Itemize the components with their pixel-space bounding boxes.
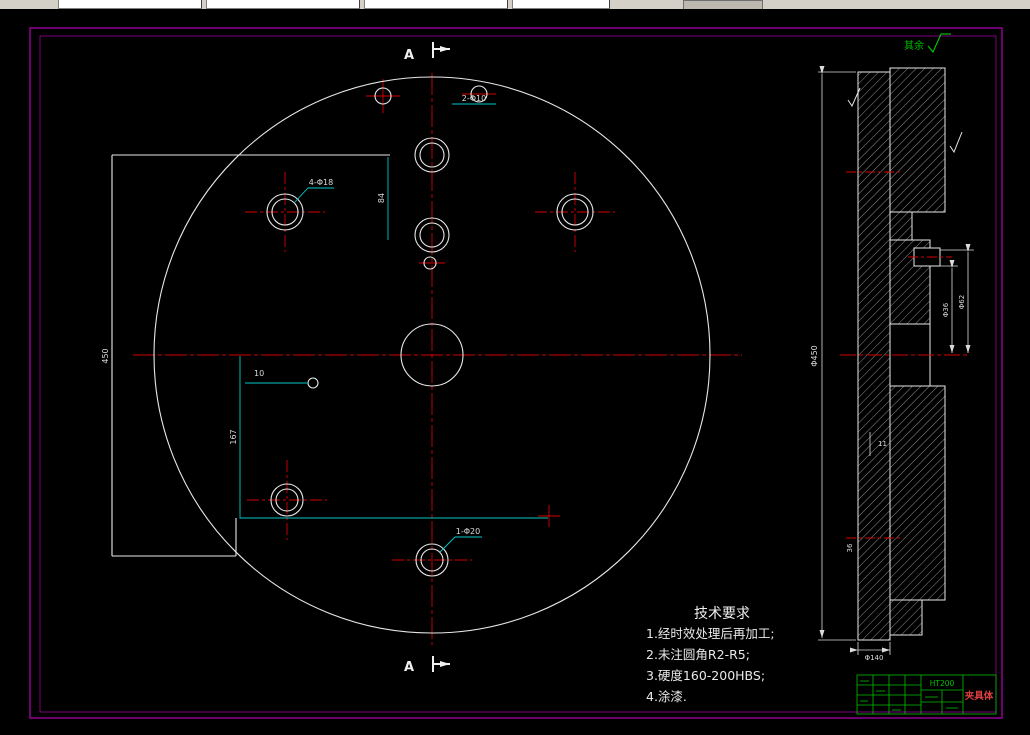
- title-block-part-name: 夹具体: [964, 690, 994, 702]
- toolbar: [0, 0, 1030, 11]
- dim-step: 84: [377, 193, 386, 203]
- section-label-top: A: [404, 48, 414, 63]
- title-block-material: HT200: [930, 679, 955, 688]
- dim-top-holes: 2-Φ10: [462, 94, 486, 103]
- dim-section-bore-outer: Φ62: [958, 295, 966, 309]
- dim-slot-v: 167: [229, 429, 238, 444]
- dim-section-boss: Φ140: [865, 654, 884, 662]
- dim-slot-h: 10: [254, 369, 264, 378]
- dim-section-step: 11: [878, 440, 887, 448]
- toolbar-field-2[interactable]: [206, 0, 360, 9]
- drawing-canvas[interactable]: 2-Φ10 4-Φ18 1-Φ20 450 84 167 10 A A Φ450…: [0, 9, 1030, 735]
- toolbar-field-1[interactable]: [58, 0, 202, 9]
- tech-item-4: 4.涂漆.: [646, 689, 687, 704]
- dim-section-outer: Φ450: [810, 345, 819, 367]
- toolbar-field-3[interactable]: [364, 0, 508, 9]
- tech-item-1: 1.经时效处理后再加工;: [646, 626, 775, 641]
- tech-item-3: 3.硬度160-200HBS;: [646, 668, 765, 683]
- tech-requirements-title: 技术要求: [694, 606, 750, 622]
- toolbar-field-4[interactable]: [512, 0, 610, 9]
- cad-window: 2-Φ10 4-Φ18 1-Φ20 450 84 167 10 A A Φ450…: [0, 0, 1030, 735]
- dim-section-bore-inner: Φ36: [942, 302, 950, 317]
- dim-bottom-hole: 1-Φ20: [456, 527, 480, 536]
- dim-section-web: 36: [846, 543, 854, 552]
- surface-note-text: 其余: [904, 39, 924, 52]
- tech-item-2: 2.未注圆角R2-R5;: [646, 647, 750, 662]
- dim-overall: 450: [101, 348, 110, 363]
- section-label-bottom: A: [404, 660, 414, 675]
- dim-corner-holes: 4-Φ18: [309, 178, 333, 187]
